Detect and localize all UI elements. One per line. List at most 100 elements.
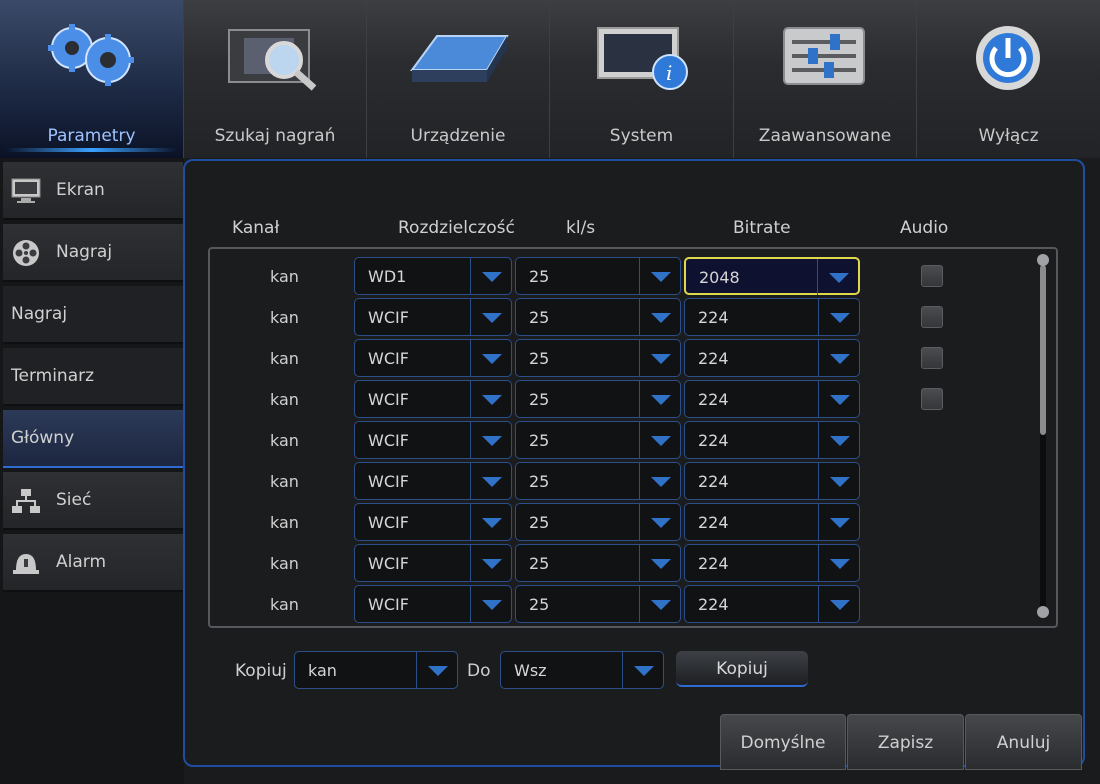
chevron-down-icon[interactable] [639, 258, 680, 294]
film-reel-icon [13, 240, 39, 266]
bitrate-value: 224 [698, 554, 729, 573]
chevron-down-icon[interactable] [818, 299, 859, 335]
resolution-value: WCIF [368, 513, 409, 532]
chevron-down-icon[interactable] [470, 504, 511, 540]
cancel-button[interactable]: Anuluj [965, 714, 1082, 770]
chevron-down-icon[interactable] [818, 340, 859, 376]
chevron-down-icon[interactable] [639, 381, 680, 417]
audio-checkbox[interactable] [921, 388, 943, 410]
table-row: kan WCIF 25 224 [210, 380, 1056, 421]
table-row: kan WD1 25 2048 [210, 257, 1056, 298]
top-menu-wylacz[interactable]: Wyłącz [917, 0, 1100, 158]
chevron-down-icon[interactable] [639, 504, 680, 540]
bitrate-select[interactable]: 224 [684, 298, 860, 336]
chevron-down-icon[interactable] [817, 259, 858, 295]
fps-select[interactable]: 25 [515, 339, 681, 377]
top-menu-szukaj[interactable]: Szukaj nagrań [184, 0, 367, 158]
bitrate-select[interactable]: 224 [684, 421, 860, 459]
channel-label: kan [270, 349, 299, 368]
scroll-up-button[interactable] [1037, 254, 1049, 266]
bitrate-select[interactable]: 224 [684, 339, 860, 377]
resolution-select[interactable]: WCIF [354, 503, 512, 541]
resolution-select[interactable]: WCIF [354, 380, 512, 418]
top-menu-label: System [609, 126, 674, 146]
resolution-select[interactable]: WCIF [354, 585, 512, 623]
copy-from-select[interactable]: kan [294, 651, 458, 689]
chevron-down-icon[interactable] [470, 586, 511, 622]
fps-select[interactable]: 25 [515, 421, 681, 459]
chevron-down-icon[interactable] [818, 381, 859, 417]
fps-select[interactable]: 25 [515, 503, 681, 541]
chevron-down-icon[interactable] [639, 586, 680, 622]
bitrate-select[interactable]: 224 [684, 544, 860, 582]
sidebar-subitem-nagraj[interactable]: Nagraj [3, 286, 183, 344]
chevron-down-icon[interactable] [470, 340, 511, 376]
audio-checkbox[interactable] [921, 306, 943, 328]
fps-value: 25 [529, 554, 550, 573]
scrollbar-thumb[interactable] [1040, 265, 1046, 435]
sidebar-item-label: Nagraj [11, 304, 68, 324]
audio-checkbox[interactable] [921, 265, 943, 287]
save-button[interactable]: Zapisz [847, 714, 964, 770]
chevron-down-icon[interactable] [416, 652, 457, 688]
resolution-select[interactable]: WCIF [354, 298, 512, 336]
sidebar-subitem-terminarz[interactable]: Terminarz [3, 348, 183, 406]
sidebar-item-siec[interactable]: Sieć [3, 472, 183, 530]
fps-select[interactable]: 25 [515, 462, 681, 500]
sidebar-item-ekran[interactable]: Ekran [3, 162, 183, 220]
chevron-down-icon[interactable] [818, 422, 859, 458]
chevron-down-icon[interactable] [622, 652, 663, 688]
bitrate-select[interactable]: 224 [684, 503, 860, 541]
chevron-down-icon[interactable] [818, 545, 859, 581]
audio-checkbox[interactable] [921, 347, 943, 369]
chevron-down-icon[interactable] [818, 586, 859, 622]
sidebar-item-nagraj[interactable]: Nagraj [3, 224, 183, 282]
resolution-select[interactable]: WCIF [354, 421, 512, 459]
fps-select[interactable]: 25 [515, 298, 681, 336]
chevron-down-icon[interactable] [470, 258, 511, 294]
fps-select[interactable]: 25 [515, 585, 681, 623]
resolution-select[interactable]: WCIF [354, 544, 512, 582]
chevron-down-icon[interactable] [639, 422, 680, 458]
monitor-icon [11, 178, 41, 203]
copy-button-label: Kopiuj [716, 659, 768, 679]
table-row: kan WCIF 25 224 [210, 544, 1056, 585]
chevron-down-icon[interactable] [639, 463, 680, 499]
chevron-down-icon[interactable] [470, 299, 511, 335]
chevron-down-icon[interactable] [470, 463, 511, 499]
scroll-down-button[interactable] [1037, 606, 1049, 618]
resolution-select[interactable]: WD1 [354, 257, 512, 295]
fps-select[interactable]: 25 [515, 544, 681, 582]
default-button[interactable]: Domyślne [720, 714, 846, 770]
chevron-down-icon[interactable] [639, 340, 680, 376]
fps-select[interactable]: 25 [515, 257, 681, 295]
top-menu-parametry[interactable]: Parametry [0, 0, 184, 158]
resolution-select[interactable]: WCIF [354, 462, 512, 500]
chevron-down-icon[interactable] [639, 545, 680, 581]
chevron-down-icon[interactable] [470, 545, 511, 581]
chevron-down-icon[interactable] [470, 381, 511, 417]
top-menu-label: Zaawansowane [758, 126, 892, 146]
chevron-down-icon[interactable] [470, 422, 511, 458]
sidebar-item-alarm[interactable]: Alarm [3, 534, 183, 592]
sidebar-subitem-glowny[interactable]: Główny [3, 410, 183, 468]
top-menu-zaawansowane[interactable]: Zaawansowane [734, 0, 917, 158]
chevron-down-icon[interactable] [818, 504, 859, 540]
top-menu-urzadzenie[interactable]: Urządzenie [367, 0, 550, 158]
bitrate-select[interactable]: 224 [684, 462, 860, 500]
top-menu-system[interactable]: i System [550, 0, 734, 158]
bitrate-select[interactable]: 224 [684, 380, 860, 418]
resolution-value: WCIF [368, 349, 409, 368]
power-icon [976, 26, 1040, 90]
chevron-down-icon[interactable] [639, 299, 680, 335]
bitrate-select[interactable]: 2048 [684, 257, 860, 295]
bitrate-select[interactable]: 224 [684, 585, 860, 623]
chevron-down-icon[interactable] [818, 463, 859, 499]
fps-select[interactable]: 25 [515, 380, 681, 418]
copy-button[interactable]: Kopiuj [676, 651, 808, 687]
resolution-select[interactable]: WCIF [354, 339, 512, 377]
fps-value: 25 [529, 390, 550, 409]
copy-to-select[interactable]: Wsz [500, 651, 664, 689]
copy-to-value: Wsz [514, 661, 547, 680]
default-button-label: Domyślne [740, 733, 826, 753]
